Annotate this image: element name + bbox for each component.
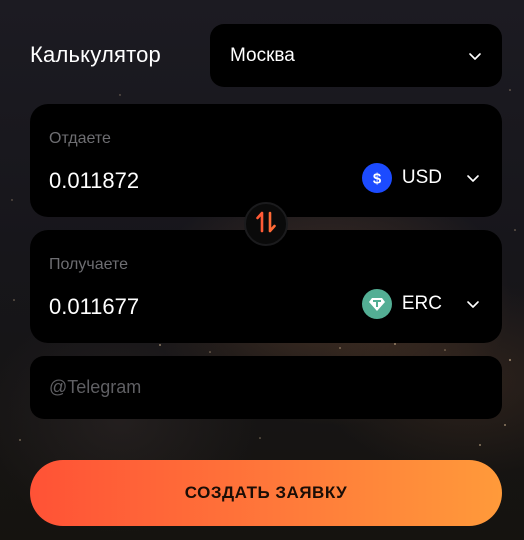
page-title: Калькулятор: [30, 42, 161, 67]
chevron-down-icon: [466, 297, 480, 311]
give-amount-input[interactable]: 0.011872: [49, 168, 139, 194]
chevron-down-icon: [468, 49, 482, 63]
get-currency-select[interactable]: ERC: [361, 288, 480, 320]
get-currency-code: ERC: [401, 293, 442, 314]
svg-text:$: $: [373, 171, 382, 188]
dollar-coin-icon: $: [361, 163, 392, 193]
get-label: Получаете: [49, 256, 129, 273]
get-card: Получаете 0.011677 ERC: [30, 230, 502, 343]
telegram-field[interactable]: [30, 356, 502, 419]
give-label: Отдаете: [49, 130, 111, 147]
swap-arrows-icon: [255, 210, 277, 239]
city-select[interactable]: Москва: [210, 24, 502, 87]
swap-button[interactable]: [244, 202, 288, 246]
tether-coin-icon: [361, 289, 392, 319]
get-amount-input[interactable]: 0.011677: [49, 294, 139, 320]
give-currency-code: USD: [401, 167, 442, 188]
create-order-button[interactable]: СОЗДАТЬ ЗАЯВКУ: [30, 460, 502, 526]
give-card: Отдаете 0.011872 $ USD: [30, 104, 502, 217]
give-currency-select[interactable]: $ USD: [361, 162, 480, 194]
city-select-value: Москва: [230, 44, 295, 66]
chevron-down-icon: [466, 171, 480, 185]
telegram-input[interactable]: [49, 377, 483, 398]
